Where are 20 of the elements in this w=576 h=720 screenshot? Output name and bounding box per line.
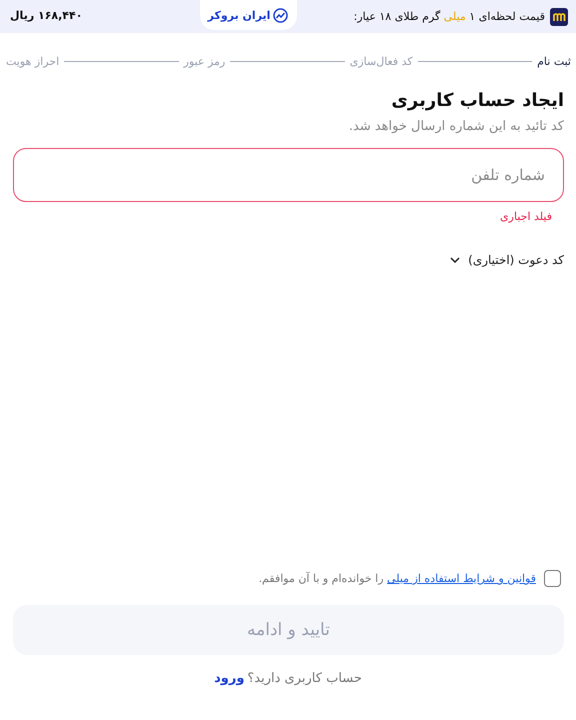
brand-logo-icon xyxy=(550,8,568,26)
price-label: قیمت لحظه‌ای ۱ میلی گرم طلای ۱۸ عیار: xyxy=(354,10,545,23)
login-link[interactable]: ورود xyxy=(214,671,244,686)
step-label: رمز عبور xyxy=(184,55,226,68)
login-prompt: حساب کاربری دارید؟ xyxy=(247,671,362,686)
price-value: ۱۶۸,۴۴۰ ریال xyxy=(10,9,82,22)
page-title: ایجاد حساب کاربری xyxy=(390,90,564,111)
step-label: احراز هویت xyxy=(6,55,60,68)
error-text: فیلد اجباری xyxy=(499,210,552,223)
chart-icon xyxy=(273,8,288,22)
phone-input-field[interactable]: شماره تلفن xyxy=(13,148,564,202)
invite-code-toggle[interactable]: کد دعوت (اختیاری) xyxy=(450,253,564,267)
terms-text: قوانین و شرایط استفاده از میلی را خوانده‌ام و با آن موافقم. xyxy=(258,572,536,585)
chevron-icon xyxy=(450,257,460,263)
terms-checkbox[interactable] xyxy=(544,570,561,587)
step-label: کد فعال‌سازی xyxy=(350,55,413,68)
partner-logo[interactable]: ایران بروکر xyxy=(200,0,297,30)
step-label: ثبت نام xyxy=(537,55,571,68)
terms-link[interactable]: قوانین و شرایط استفاده از میلی xyxy=(387,572,536,585)
subtitle-text: کد تائید به این شماره ارسال خواهد شد. xyxy=(348,119,564,134)
